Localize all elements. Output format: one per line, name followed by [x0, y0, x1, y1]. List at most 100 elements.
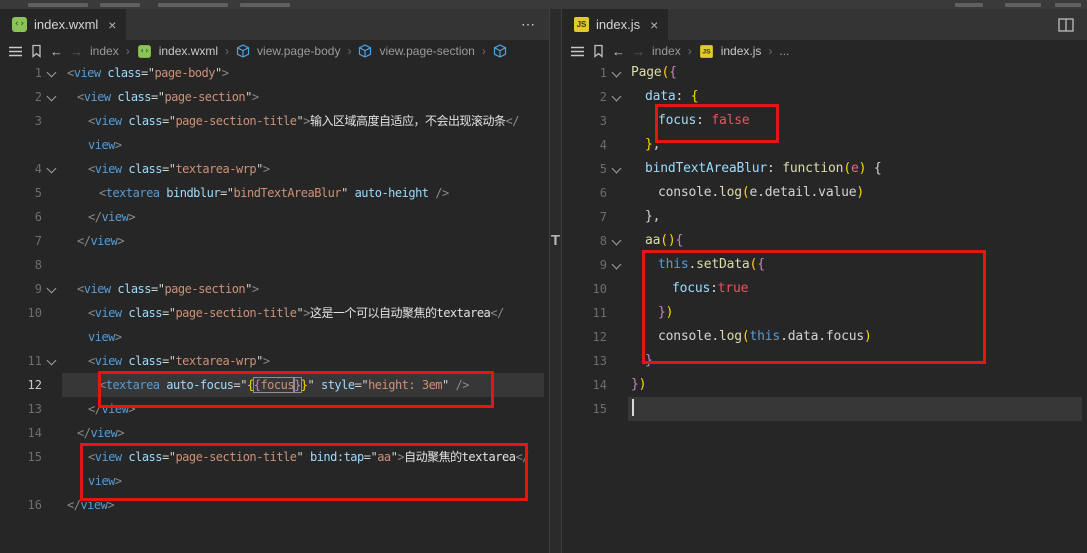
line-number[interactable]: 8 [562, 229, 607, 253]
breadcrumb-symbol[interactable]: view.page-section [379, 44, 474, 58]
line-number[interactable]: 1 [562, 61, 607, 85]
line-number[interactable]: 12 [0, 373, 42, 397]
code-line[interactable]: 11 <view class="textarea-wrp"> [0, 349, 549, 373]
fold-chevron-icon[interactable] [611, 235, 622, 246]
line-number[interactable]: 15 [562, 397, 607, 421]
tab-index-js[interactable]: JS index.js × [562, 9, 669, 40]
code-line[interactable]: 7}, [562, 205, 1087, 229]
code-line[interactable]: view> [0, 133, 549, 157]
code-line[interactable]: 8 aa(){ [562, 229, 1087, 253]
forward-arrow-icon[interactable]: → [70, 44, 83, 59]
code-line[interactable]: 6 console.log(e.detail.value) [562, 181, 1087, 205]
fold-chevron-icon[interactable] [611, 91, 622, 102]
outline-list-icon[interactable] [8, 45, 23, 58]
line-number[interactable]: 4 [562, 133, 607, 157]
fold-chevron-icon[interactable] [611, 67, 622, 78]
breadcrumb-folder[interactable]: index [90, 44, 119, 58]
line-number[interactable]: 16 [0, 493, 42, 517]
code-line[interactable]: 6 </view> [0, 205, 549, 229]
fold-chevron-icon[interactable] [46, 91, 57, 102]
close-icon[interactable]: × [108, 17, 116, 33]
line-number[interactable] [0, 133, 42, 157]
code-line[interactable]: 14 </view> [0, 421, 549, 445]
line-number[interactable]: 14 [562, 373, 607, 397]
fold-chevron-icon[interactable] [46, 283, 57, 294]
code-line[interactable]: 2 <view class="page-section"> [0, 85, 549, 109]
pane-divider[interactable]: T [549, 9, 562, 553]
breadcrumb-file[interactable]: index.js [721, 44, 762, 58]
line-number[interactable]: 7 [0, 229, 42, 253]
code-line[interactable]: 2 data: { [562, 85, 1087, 109]
code-line[interactable]: 12 console.log(this.data.focus) [562, 325, 1087, 349]
code-line[interactable]: 9 this.setData({ [562, 253, 1087, 277]
line-number[interactable]: 8 [0, 253, 42, 277]
code-line[interactable]: 10 <view class="page-section-title">这是一个可… [0, 301, 549, 325]
line-number[interactable]: 12 [562, 325, 607, 349]
back-arrow-icon[interactable]: ← [612, 44, 625, 59]
forward-arrow-icon[interactable]: → [632, 44, 645, 59]
bookmark-icon[interactable] [592, 44, 605, 58]
line-number[interactable]: 4 [0, 157, 42, 181]
code-line[interactable]: 8 [0, 253, 549, 277]
line-number[interactable]: 15 [0, 445, 42, 469]
code-line[interactable]: 4 <view class="textarea-wrp"> [0, 157, 549, 181]
code-line[interactable]: 4}, [562, 133, 1087, 157]
fold-chevron-icon[interactable] [46, 163, 57, 174]
line-number[interactable]: 7 [562, 205, 607, 229]
outline-list-icon[interactable] [570, 45, 585, 58]
code-line[interactable]: 12 <textarea auto-focus="{{focus}}" style… [0, 373, 549, 397]
code-line[interactable]: 15 <view class="page-section-title" bind:… [0, 445, 549, 469]
fold-chevron-icon[interactable] [611, 259, 622, 270]
code-line[interactable]: 3 <view class="page-section-title">输入区域高度… [0, 109, 549, 133]
line-number[interactable] [0, 325, 42, 349]
code-line[interactable]: 13 </view> [0, 397, 549, 421]
fold-chevron-icon[interactable] [611, 163, 622, 174]
breadcrumb-folder[interactable]: index [652, 44, 681, 58]
line-number[interactable]: 3 [0, 109, 42, 133]
close-icon[interactable]: × [650, 17, 658, 33]
line-number[interactable]: 6 [562, 181, 607, 205]
code-line[interactable]: 5 bindTextAreaBlur: function(e) { [562, 157, 1087, 181]
code-line[interactable]: view> [0, 325, 549, 349]
bookmark-icon[interactable] [30, 44, 43, 58]
line-number[interactable]: 5 [0, 181, 42, 205]
line-number[interactable]: 11 [0, 349, 42, 373]
code-line[interactable]: 1 Page({ [562, 61, 1087, 85]
back-arrow-icon[interactable]: ← [50, 44, 63, 59]
line-number[interactable] [0, 469, 42, 493]
code-line[interactable]: view> [0, 469, 549, 493]
code-line[interactable]: 11}) [562, 301, 1087, 325]
line-number[interactable]: 2 [562, 85, 607, 109]
code-line[interactable]: 9 <view class="page-section"> [0, 277, 549, 301]
split-editor-icon[interactable] [1058, 17, 1074, 32]
more-actions-icon[interactable]: ⋯ [521, 16, 536, 33]
line-number[interactable]: 3 [562, 109, 607, 133]
code-line[interactable]: 13} [562, 349, 1087, 373]
line-number[interactable]: 13 [562, 349, 607, 373]
breadcrumb-more[interactable]: ... [779, 44, 789, 58]
line-number[interactable]: 2 [0, 85, 42, 109]
line-number[interactable]: 5 [562, 157, 607, 181]
breadcrumb-file[interactable]: index.wxml [159, 44, 218, 58]
code-line[interactable]: 14}) [562, 373, 1087, 397]
code-line[interactable]: 3 focus: false [562, 109, 1087, 133]
line-number[interactable]: 11 [562, 301, 607, 325]
code-line[interactable]: 10 focus:true [562, 277, 1087, 301]
fold-chevron-icon[interactable] [46, 355, 57, 366]
code-line[interactable]: 1 <view class="page-body"> [0, 61, 549, 85]
code-line[interactable]: 7 </view> [0, 229, 549, 253]
line-number[interactable]: 14 [0, 421, 42, 445]
line-number[interactable]: 9 [562, 253, 607, 277]
line-number[interactable]: 10 [0, 301, 42, 325]
line-number[interactable]: 6 [0, 205, 42, 229]
fold-chevron-icon[interactable] [46, 67, 57, 78]
line-number[interactable]: 9 [0, 277, 42, 301]
breadcrumb-symbol[interactable]: view.page-body [257, 44, 340, 58]
tab-index-wxml[interactable]: ‹› index.wxml × [0, 9, 127, 40]
line-number[interactable]: 1 [0, 61, 42, 85]
code-line[interactable]: 5 <textarea bindblur="bindTextAreaBlur" a… [0, 181, 549, 205]
line-number[interactable]: 13 [0, 397, 42, 421]
code-line[interactable]: 15 [562, 397, 1087, 421]
line-number[interactable]: 10 [562, 277, 607, 301]
code-line[interactable]: 16 </view> [0, 493, 549, 517]
